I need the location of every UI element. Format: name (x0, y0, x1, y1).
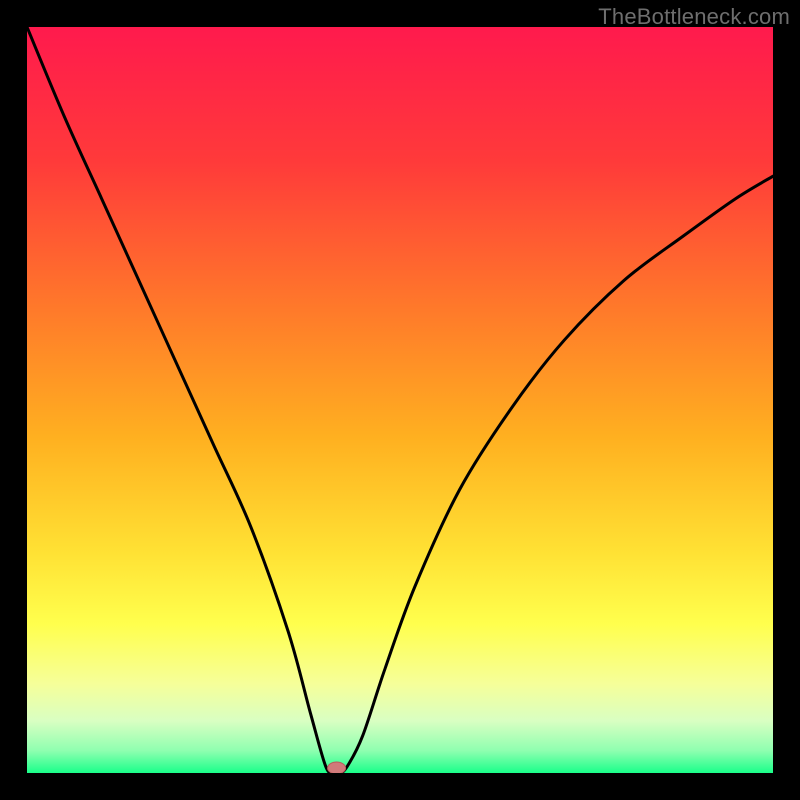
optimal-point-marker (328, 762, 346, 773)
watermark-text: TheBottleneck.com (598, 4, 790, 30)
chart-frame: TheBottleneck.com (0, 0, 800, 800)
gradient-background (27, 27, 773, 773)
chart-svg (27, 27, 773, 773)
plot-area (27, 27, 773, 773)
